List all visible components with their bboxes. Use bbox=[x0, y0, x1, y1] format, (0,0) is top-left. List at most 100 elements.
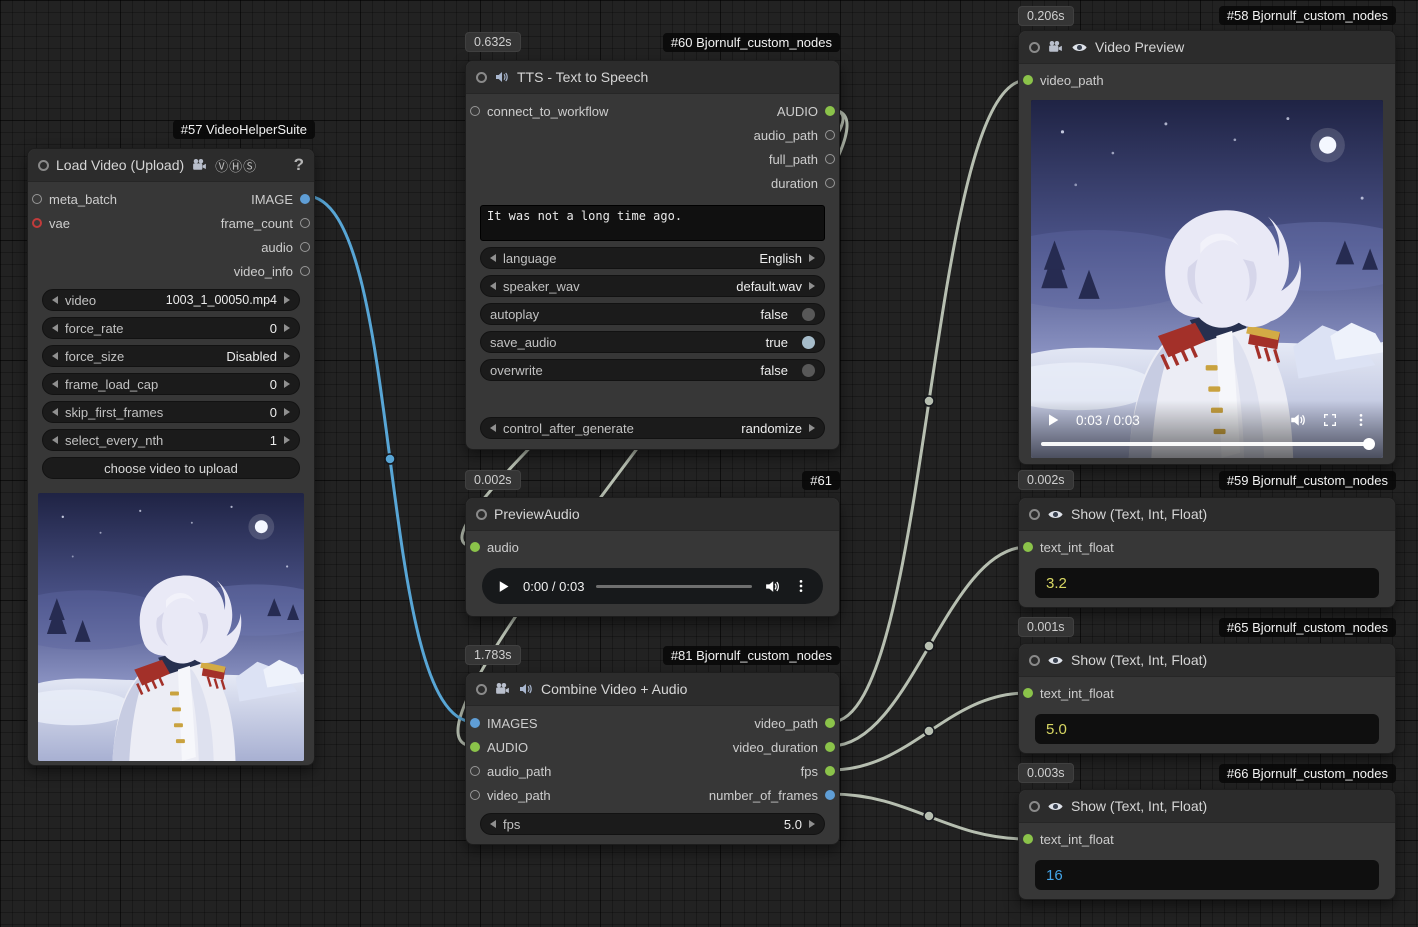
collapse-dot[interactable] bbox=[1029, 509, 1040, 520]
force-rate-widget[interactable]: force_rate 0 bbox=[42, 317, 300, 339]
node-header[interactable]: Combine Video + Audio bbox=[466, 673, 839, 706]
help-button[interactable]: ? bbox=[294, 155, 304, 175]
skip-first-frames-widget[interactable]: skip_first_frames 0 bbox=[42, 401, 300, 423]
decrement-arrow-icon[interactable] bbox=[52, 408, 58, 416]
overwrite-toggle-widget[interactable]: overwrite false bbox=[480, 359, 825, 381]
output-port-audio[interactable] bbox=[300, 242, 310, 252]
progress-thumb[interactable] bbox=[1363, 438, 1375, 450]
video-thumbnail[interactable] bbox=[38, 493, 304, 761]
toggle-knob[interactable] bbox=[802, 308, 815, 321]
autoplay-toggle-widget[interactable]: autoplay false bbox=[480, 303, 825, 325]
fullscreen-icon[interactable] bbox=[1322, 412, 1338, 428]
fps-widget[interactable]: fps 5.0 bbox=[480, 813, 825, 835]
control-after-generate-widget[interactable]: control_after_generate randomize bbox=[480, 417, 825, 439]
save-audio-toggle-widget[interactable]: save_audio true bbox=[480, 331, 825, 353]
audio-player[interactable]: 0:00 / 0:03 bbox=[482, 568, 823, 604]
frame-load-cap-widget[interactable]: frame_load_cap 0 bbox=[42, 373, 300, 395]
decrement-arrow-icon[interactable] bbox=[52, 436, 58, 444]
video-player[interactable]: 0:03 / 0:03 bbox=[1031, 100, 1383, 458]
node-tts[interactable]: TTS - Text to Speech connect_to_workflow… bbox=[465, 60, 840, 450]
node-header[interactable]: Video Preview bbox=[1019, 31, 1395, 64]
input-port-vae[interactable] bbox=[32, 218, 42, 228]
node-header[interactable]: PreviewAudio bbox=[466, 498, 839, 531]
video-combo-widget[interactable]: video 1003_1_00050.mp4 bbox=[42, 289, 300, 311]
node-header[interactable]: Show (Text, Int, Float) bbox=[1019, 498, 1395, 531]
input-port-images[interactable] bbox=[470, 718, 480, 728]
increment-arrow-icon[interactable] bbox=[284, 296, 290, 304]
node-graph-canvas[interactable]: #57 VideoHelperSuite 0.632s #60 Bjornulf… bbox=[0, 0, 1418, 927]
output-port-frame-count[interactable] bbox=[300, 218, 310, 228]
volume-icon[interactable] bbox=[1289, 411, 1307, 429]
input-port-text-int-float[interactable] bbox=[1023, 688, 1033, 698]
node-header[interactable]: Show (Text, Int, Float) bbox=[1019, 790, 1395, 823]
tts-text-input[interactable]: It was not a long time ago. bbox=[480, 205, 825, 241]
kebab-menu-icon[interactable] bbox=[1353, 412, 1369, 428]
output-port-video-path[interactable] bbox=[825, 718, 835, 728]
decrement-arrow-icon[interactable] bbox=[52, 352, 58, 360]
input-port-audio[interactable] bbox=[470, 742, 480, 752]
node-header[interactable]: Load Video (Upload) ⓋⒽⓈ ? bbox=[28, 149, 314, 182]
output-port-video-info[interactable] bbox=[300, 266, 310, 276]
node-video-preview[interactable]: Video Preview video_path 0:03 / 0:03 bbox=[1018, 30, 1396, 465]
decrement-arrow-icon[interactable] bbox=[490, 254, 496, 262]
toggle-knob[interactable] bbox=[802, 364, 815, 377]
node-show-duration[interactable]: Show (Text, Int, Float) text_int_float 3… bbox=[1018, 497, 1396, 608]
increment-arrow-icon[interactable] bbox=[809, 254, 815, 262]
output-port-image[interactable] bbox=[300, 194, 310, 204]
node-header[interactable]: Show (Text, Int, Float) bbox=[1019, 644, 1395, 677]
input-port-text-int-float[interactable] bbox=[1023, 834, 1033, 844]
input-port-video-path[interactable] bbox=[1023, 75, 1033, 85]
increment-arrow-icon[interactable] bbox=[809, 282, 815, 290]
collapse-dot[interactable] bbox=[476, 684, 487, 695]
increment-arrow-icon[interactable] bbox=[284, 408, 290, 416]
video-progress-bar[interactable] bbox=[1041, 442, 1373, 446]
output-port-fps[interactable] bbox=[825, 766, 835, 776]
play-button[interactable] bbox=[496, 579, 511, 594]
output-port-number-of-frames[interactable] bbox=[825, 790, 835, 800]
decrement-arrow-icon[interactable] bbox=[490, 282, 496, 290]
decrement-arrow-icon[interactable] bbox=[52, 380, 58, 388]
input-port-audio-path[interactable] bbox=[470, 766, 480, 776]
output-port-audio-path[interactable] bbox=[825, 130, 835, 140]
force-size-widget[interactable]: force_size Disabled bbox=[42, 345, 300, 367]
collapse-dot[interactable] bbox=[1029, 655, 1040, 666]
audio-seek-slider[interactable] bbox=[596, 585, 752, 588]
input-port-video-path[interactable] bbox=[470, 790, 480, 800]
output-port-audio[interactable] bbox=[825, 106, 835, 116]
select-every-nth-widget[interactable]: select_every_nth 1 bbox=[42, 429, 300, 451]
output-port-duration[interactable] bbox=[825, 178, 835, 188]
input-port-text-int-float[interactable] bbox=[1023, 542, 1033, 552]
collapse-dot[interactable] bbox=[1029, 801, 1040, 812]
input-port-meta-batch[interactable] bbox=[32, 194, 42, 204]
decrement-arrow-icon[interactable] bbox=[52, 296, 58, 304]
node-header[interactable]: TTS - Text to Speech bbox=[466, 61, 839, 94]
decrement-arrow-icon[interactable] bbox=[490, 820, 496, 828]
toggle-knob[interactable] bbox=[802, 336, 815, 349]
node-combine-video-audio[interactable]: Combine Video + Audio IMAGES video_path … bbox=[465, 672, 840, 845]
speaker-wav-combo-widget[interactable]: speaker_wav default.wav bbox=[480, 275, 825, 297]
increment-arrow-icon[interactable] bbox=[809, 820, 815, 828]
node-load-video[interactable]: Load Video (Upload) ⓋⒽⓈ ? meta_batch IMA… bbox=[27, 148, 315, 766]
node-show-frames[interactable]: Show (Text, Int, Float) text_int_float 1… bbox=[1018, 789, 1396, 900]
collapse-dot[interactable] bbox=[476, 72, 487, 83]
output-port-full-path[interactable] bbox=[825, 154, 835, 164]
volume-icon[interactable] bbox=[764, 578, 781, 595]
increment-arrow-icon[interactable] bbox=[284, 380, 290, 388]
increment-arrow-icon[interactable] bbox=[284, 352, 290, 360]
language-combo-widget[interactable]: language English bbox=[480, 247, 825, 269]
collapse-dot[interactable] bbox=[38, 160, 49, 171]
input-port-audio[interactable] bbox=[470, 542, 480, 552]
increment-arrow-icon[interactable] bbox=[284, 436, 290, 444]
kebab-menu-icon[interactable] bbox=[793, 578, 809, 594]
node-show-fps[interactable]: Show (Text, Int, Float) text_int_float 5… bbox=[1018, 643, 1396, 754]
increment-arrow-icon[interactable] bbox=[809, 424, 815, 432]
choose-video-upload-button[interactable]: choose video to upload bbox=[42, 457, 300, 479]
increment-arrow-icon[interactable] bbox=[284, 324, 290, 332]
decrement-arrow-icon[interactable] bbox=[490, 424, 496, 432]
decrement-arrow-icon[interactable] bbox=[52, 324, 58, 332]
node-preview-audio[interactable]: PreviewAudio audio 0:00 / 0:03 bbox=[465, 497, 840, 617]
play-button[interactable] bbox=[1045, 412, 1061, 428]
collapse-dot[interactable] bbox=[1029, 42, 1040, 53]
collapse-dot[interactable] bbox=[476, 509, 487, 520]
input-port-connect-to-workflow[interactable] bbox=[470, 106, 480, 116]
